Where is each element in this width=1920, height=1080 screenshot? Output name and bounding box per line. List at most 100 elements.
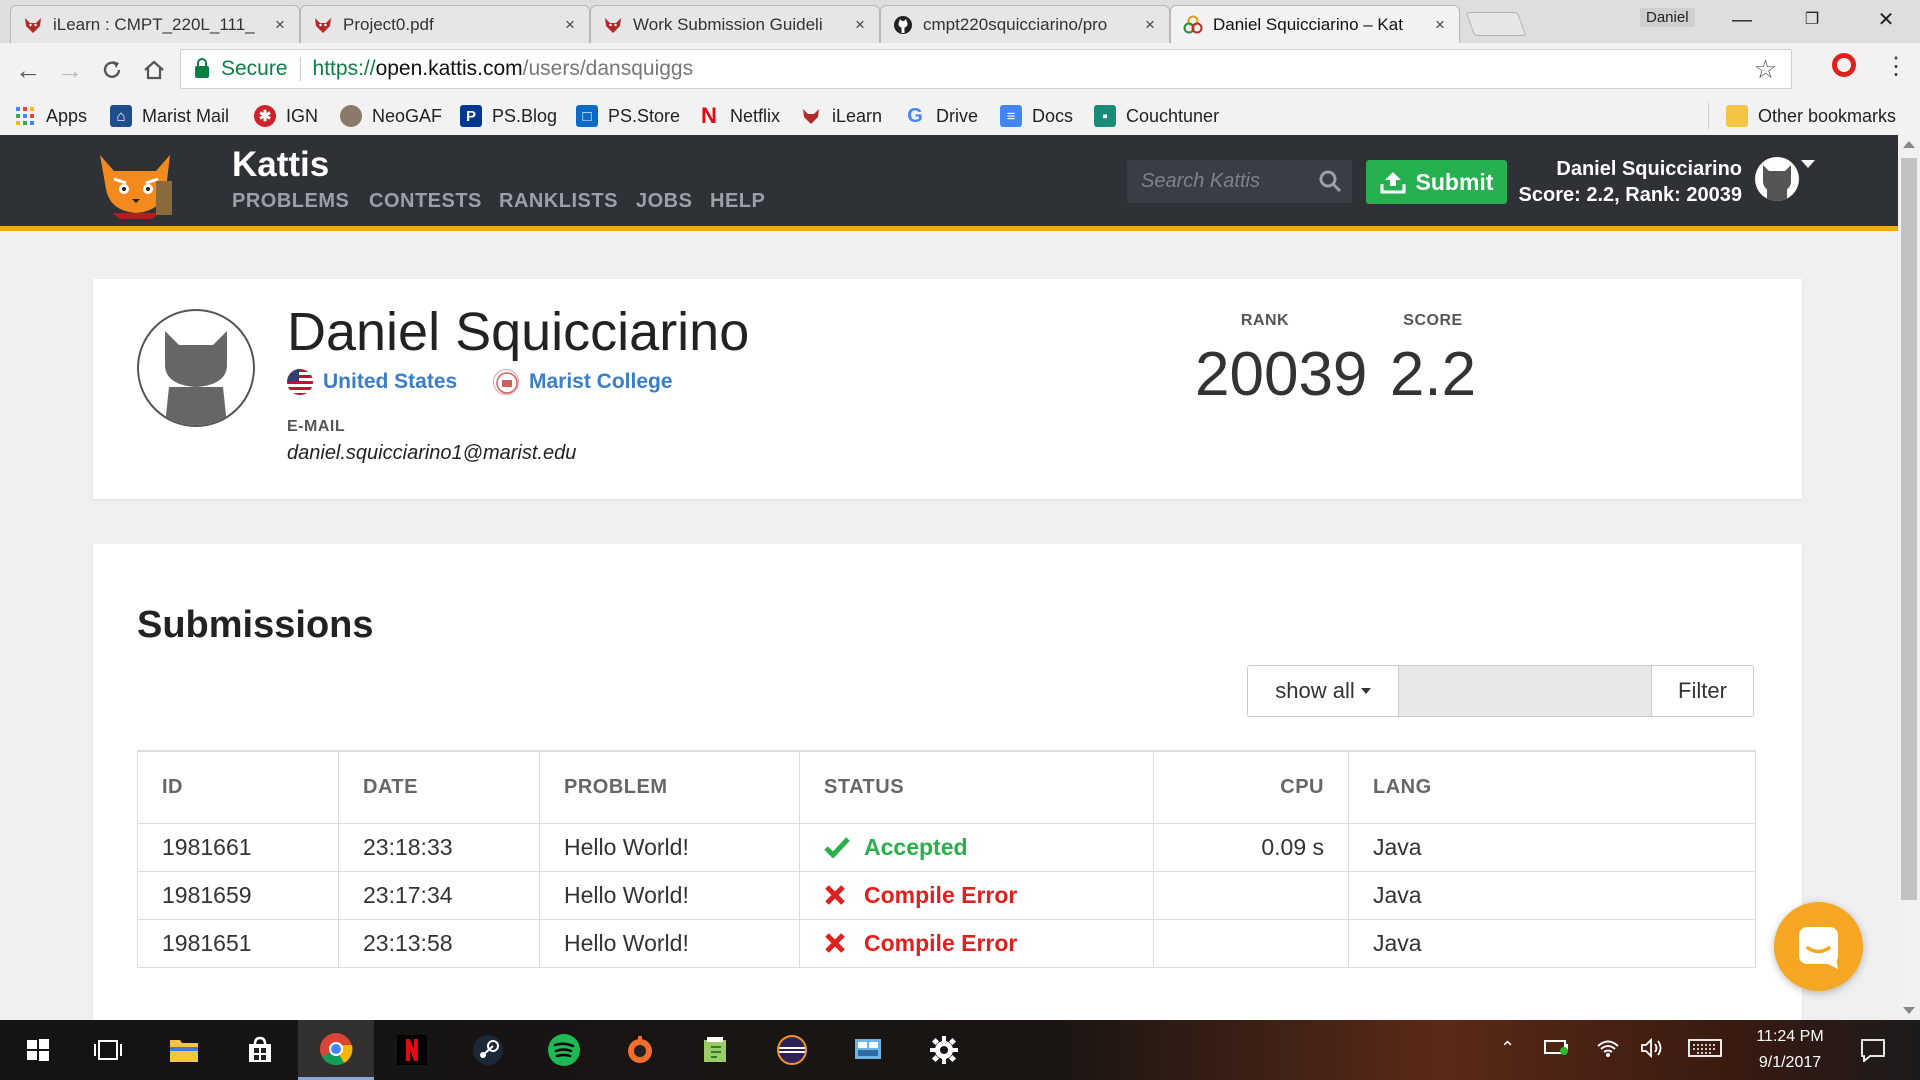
status-filter-dropdown[interactable]: show all [1247,665,1399,717]
tab-work-submission[interactable]: Work Submission Guideli × [590,5,880,43]
tab-github[interactable]: cmpt220squicciarino/pro × [880,5,1170,43]
submit-button[interactable]: Submit [1366,160,1507,204]
tab-kattis-active[interactable]: Daniel Squicciarino – Kat × [1170,5,1460,43]
notepad-plus-icon[interactable] [678,1020,754,1080]
user-menu-caret-icon[interactable] [1801,160,1815,168]
clock-time[interactable]: 11:24 PM [1750,1028,1830,1046]
bookmark-ps-blog[interactable]: P PS.Blog [460,103,557,129]
filter-input[interactable] [1399,665,1652,717]
kattis-cat-logo-icon[interactable] [92,145,180,219]
settings-gear-icon[interactable] [906,1020,982,1080]
couchtuner-icon: ▪ [1094,105,1116,127]
keyboard-icon[interactable] [1688,1038,1722,1063]
submission-id-link[interactable]: 1981659 [137,871,339,920]
problem-link[interactable]: Hello World! [539,871,800,920]
search-icon[interactable] [1318,169,1342,193]
restore-icon[interactable]: ❐ [1792,6,1832,34]
tab-project0[interactable]: Project0.pdf × [300,5,590,43]
origin-icon[interactable] [602,1020,678,1080]
submission-id-link[interactable]: 1981651 [137,919,339,968]
bookmark-ps-store[interactable]: □ PS.Store [576,103,680,129]
address-bar[interactable]: Secure https://open.kattis.com/users/dan… [180,49,1792,89]
bookmark-ilearn[interactable]: iLearn [800,103,882,129]
submission-id-link[interactable]: 1981661 [137,823,339,872]
volume-icon[interactable] [1640,1037,1664,1063]
scroll-up-arrow-icon[interactable] [1903,141,1915,148]
minimize-icon[interactable]: — [1722,6,1762,34]
opera-extension-icon[interactable] [1832,53,1856,77]
chrome-icon[interactable] [298,1020,374,1080]
column-header-problem[interactable]: PROBLEM [539,750,800,824]
tray-chevron-up-icon[interactable]: ⌃ [1500,1038,1515,1059]
tab-title: cmpt220squicciarino/pro [923,14,1108,34]
netflix-icon[interactable] [374,1020,450,1080]
action-center-icon[interactable] [1860,1038,1886,1067]
table-row: 1981661 23:18:33 Hello World! Accepted 0… [137,823,1756,872]
windows-start-icon[interactable] [0,1020,76,1080]
bookmark-ign[interactable]: ✱ IGN [254,103,318,129]
profile-card: Daniel Squicciarino United States Marist… [93,279,1802,499]
control-panel-icon[interactable] [830,1020,906,1080]
nav-ranklists[interactable]: RANKLISTS [499,190,618,213]
bookmark-couchtuner[interactable]: ▪ Couchtuner [1094,103,1219,129]
nav-jobs[interactable]: JOBS [636,190,692,213]
search-input[interactable] [1139,169,1303,194]
column-header-status[interactable]: STATUS [799,750,1154,824]
forward-arrow-icon[interactable]: → [54,54,86,86]
other-bookmarks[interactable]: Other bookmarks [1726,103,1896,129]
browser-profile-name[interactable]: Daniel [1640,8,1695,27]
scroll-down-arrow-icon[interactable] [1903,1007,1915,1014]
other-bookmarks-label: Other bookmarks [1758,105,1897,126]
chrome-menu-icon[interactable]: ⋮ [1884,53,1908,81]
tab-close-icon[interactable]: × [1431,15,1449,35]
profile-country-link[interactable]: United States [287,369,457,395]
spotify-icon[interactable] [526,1020,602,1080]
eclipse-icon[interactable] [754,1020,830,1080]
page-scrollbar[interactable] [1898,135,1920,1020]
reload-icon[interactable] [96,54,128,86]
column-header-cpu[interactable]: CPU [1153,750,1349,824]
close-window-icon[interactable]: ✕ [1866,6,1906,34]
bookmark-docs[interactable]: ≡ Docs [1000,103,1073,129]
steam-icon[interactable] [450,1020,526,1080]
store-icon[interactable] [222,1020,298,1080]
nav-help[interactable]: HELP [710,190,765,213]
bookmark-apps[interactable]: Apps [14,103,87,129]
profile-school-link[interactable]: Marist College [493,369,673,395]
wifi-icon[interactable] [1596,1038,1620,1063]
bookmark-marist-mail[interactable]: ⌂ Marist Mail [110,103,229,129]
problem-link[interactable]: Hello World! [539,919,800,968]
bookmark-netflix[interactable]: N Netflix [698,103,780,129]
bookmark-neogaf[interactable]: NeoGAF [340,103,442,129]
chat-launcher-button[interactable] [1774,902,1863,991]
submission-date: 23:18:33 [338,823,540,872]
problem-link[interactable]: Hello World! [539,823,800,872]
battery-icon[interactable] [1544,1038,1570,1061]
new-tab-button[interactable] [1465,12,1527,36]
tab-close-icon[interactable]: × [1141,15,1159,35]
kattis-brand[interactable]: Kattis [232,145,329,185]
bookmark-label: Docs [1032,105,1074,126]
tab-close-icon[interactable]: × [271,15,289,35]
column-header-id[interactable]: ID [137,750,339,824]
column-header-date[interactable]: DATE [338,750,540,824]
clock-date[interactable]: 9/1/2017 [1750,1054,1830,1072]
nav-problems[interactable]: PROBLEMS [232,190,349,213]
tab-ilearn[interactable]: iLearn : CMPT_220L_111_ × [10,5,300,43]
bookmark-drive[interactable]: G Drive [904,103,978,129]
filter-button[interactable]: Filter [1652,665,1754,717]
header-user-name[interactable]: Daniel Squicciarino [1520,158,1742,181]
task-view-icon[interactable] [70,1020,146,1080]
user-avatar[interactable] [1755,157,1799,201]
tab-title: iLearn : CMPT_220L_111_ [53,14,255,34]
nav-contests[interactable]: CONTESTS [369,190,482,213]
bookmark-star-icon[interactable]: ☆ [1754,54,1777,85]
tab-close-icon[interactable]: × [851,15,869,35]
scroll-thumb[interactable] [1901,158,1917,900]
file-explorer-icon[interactable] [146,1020,222,1080]
tab-close-icon[interactable]: × [561,15,579,35]
secure-label: Secure [221,57,288,80]
home-icon[interactable] [138,54,170,86]
column-header-lang[interactable]: LANG [1348,750,1756,824]
back-arrow-icon[interactable]: ← [12,54,44,86]
